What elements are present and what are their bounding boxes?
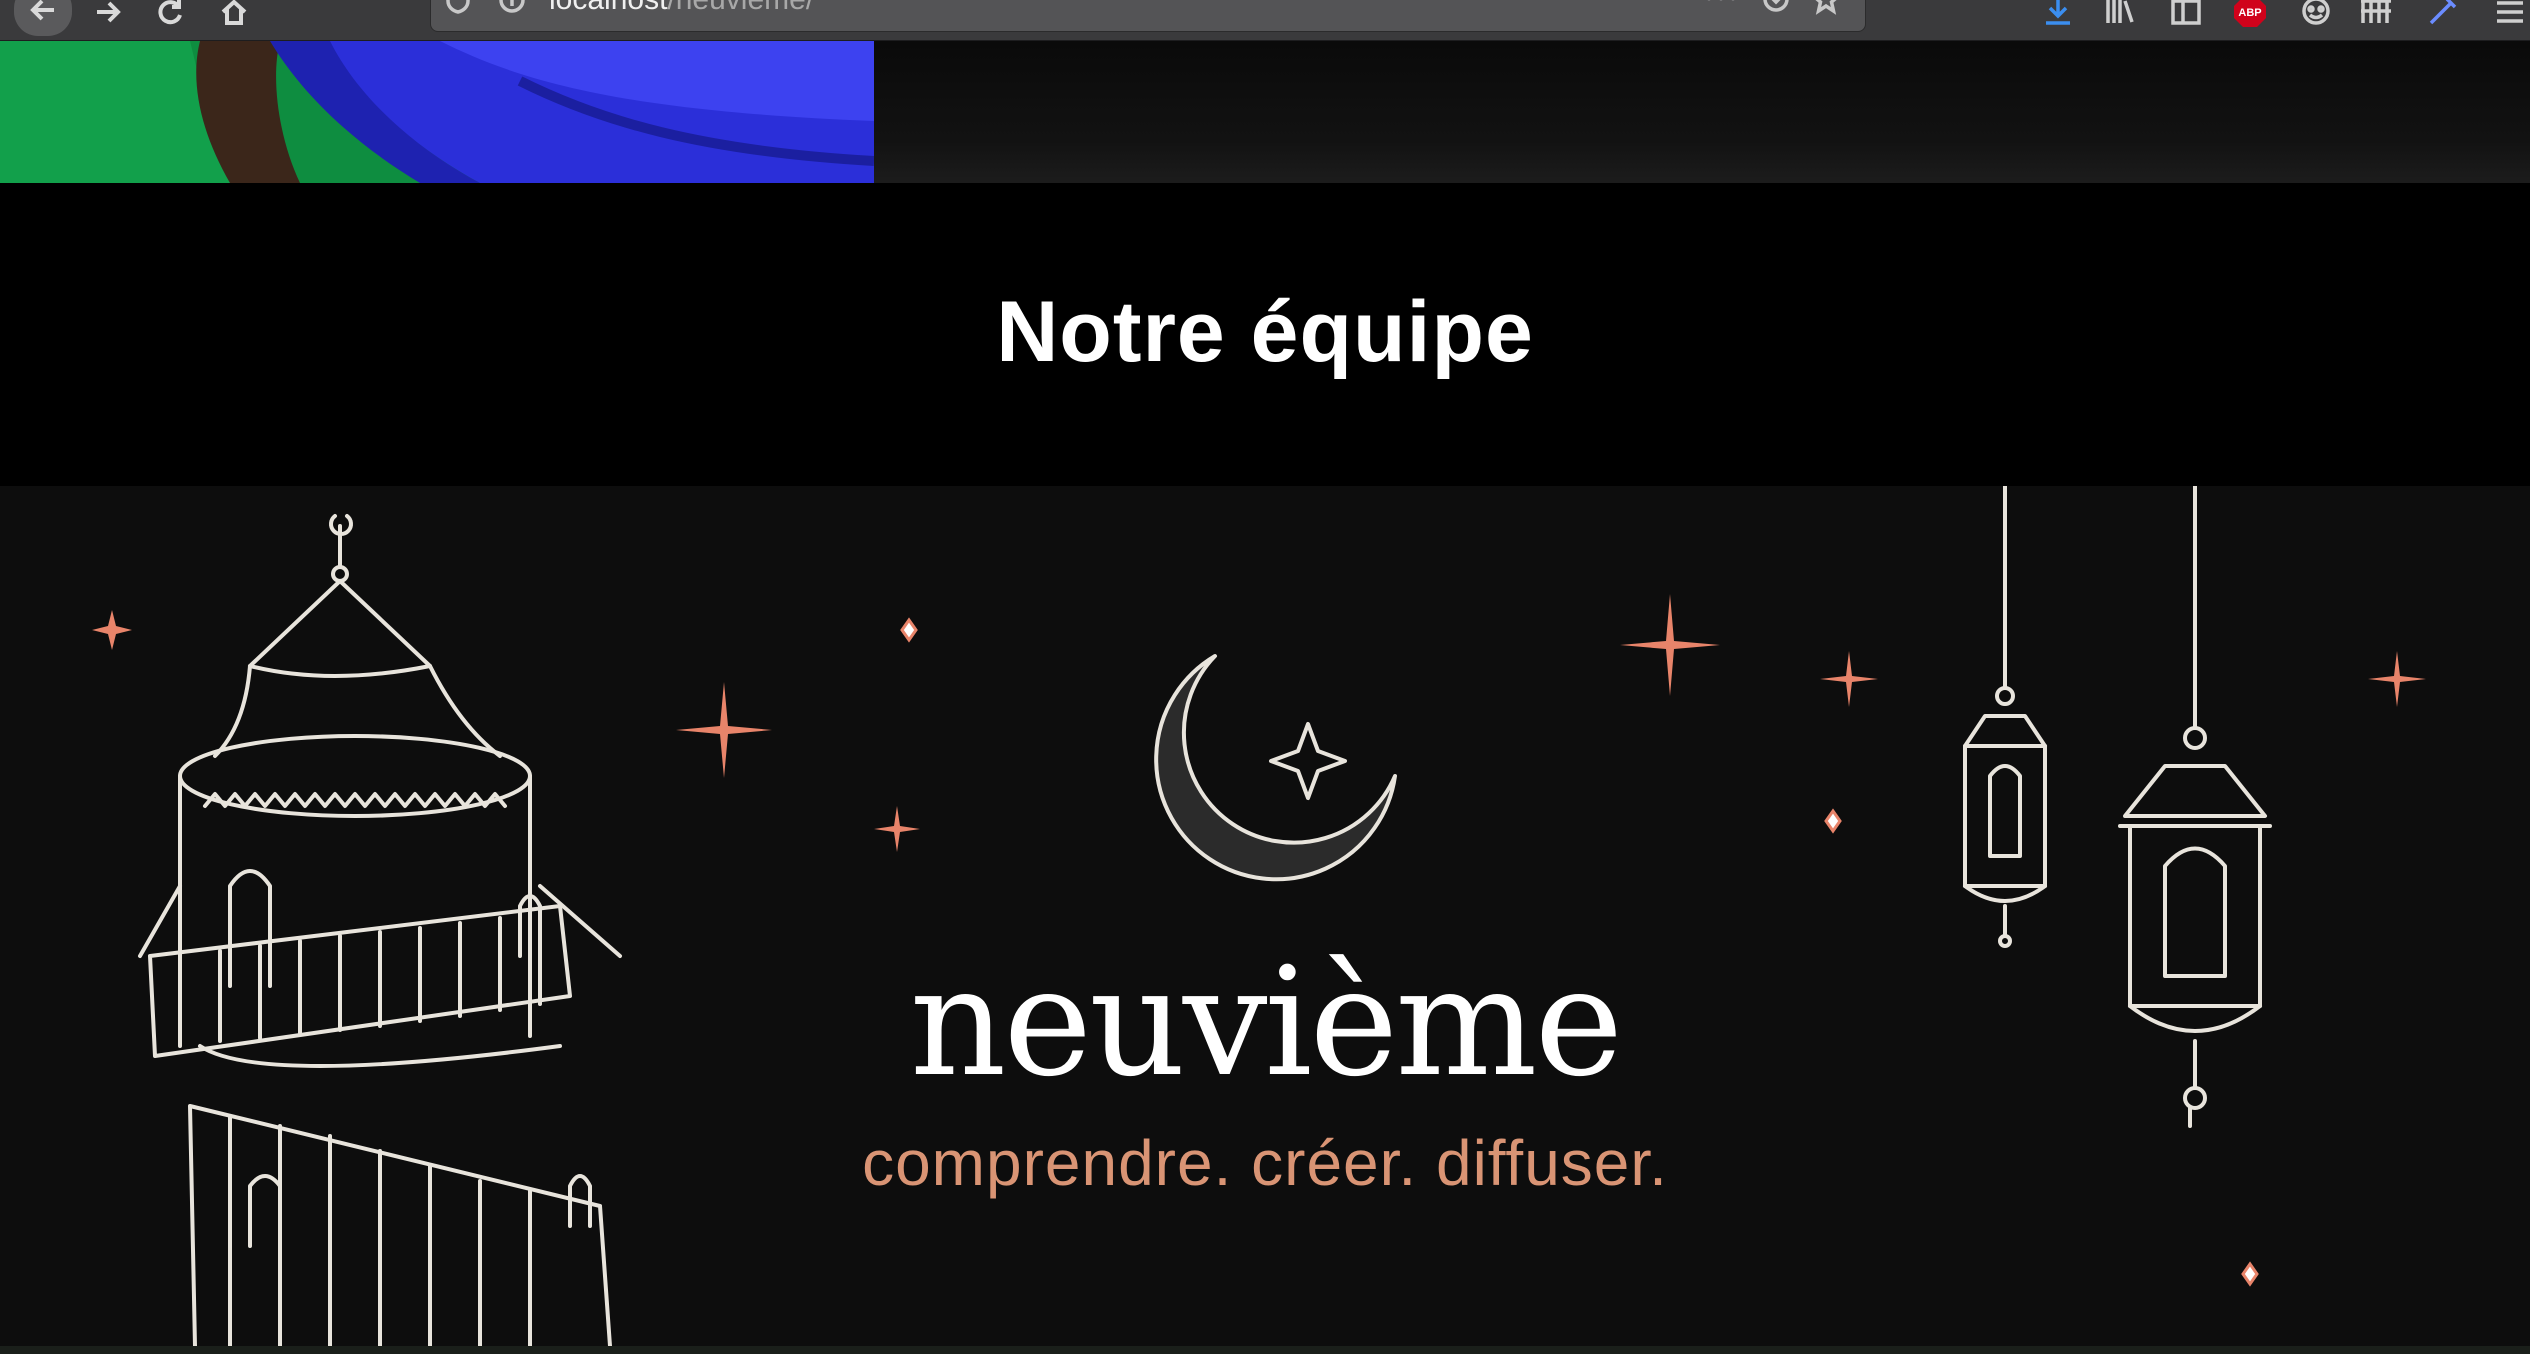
url-text[interactable]: localhost/neuvieme/ bbox=[549, 0, 814, 17]
team-section-header: Notre équipe bbox=[0, 183, 2530, 486]
adblock-badge: ABP bbox=[2238, 7, 2261, 19]
downloads-icon[interactable] bbox=[2038, 0, 2078, 30]
reload-icon bbox=[158, 0, 182, 25]
brand-illustration: neuvième comprendre. créer. diffuser. bbox=[0, 486, 2530, 1354]
crescent-moon-illustration bbox=[1154, 654, 1397, 882]
page-bottom-strip bbox=[0, 1346, 2530, 1354]
hero-background bbox=[874, 41, 2530, 183]
pocket-icon[interactable] bbox=[1761, 0, 1791, 19]
bookmark-star-icon[interactable] bbox=[1811, 0, 1841, 19]
sidebar-icon[interactable] bbox=[2166, 0, 2206, 30]
reload-button[interactable] bbox=[146, 0, 194, 36]
url-host: localhost bbox=[549, 0, 667, 16]
extension-icon-2[interactable] bbox=[2356, 0, 2396, 30]
home-icon bbox=[221, 0, 247, 25]
forward-icon bbox=[97, 1, 121, 23]
star-decorations bbox=[92, 594, 2426, 852]
pen-icon[interactable] bbox=[2422, 0, 2462, 30]
menu-icon[interactable] bbox=[2490, 0, 2530, 30]
hero-photo bbox=[0, 41, 874, 183]
page-actions-icon[interactable] bbox=[1701, 0, 1741, 15]
extension-icon[interactable] bbox=[2296, 0, 2336, 30]
adblock-icon[interactable]: ABP bbox=[2230, 0, 2270, 30]
minaret-illustration bbox=[138, 514, 622, 1348]
small-lantern-illustration bbox=[1963, 486, 2047, 948]
browser-toolbar: localhost/neuvieme/ ABP bbox=[0, 0, 2530, 41]
site-info-icon[interactable] bbox=[497, 0, 527, 19]
library-icon[interactable] bbox=[2100, 0, 2140, 30]
tracking-shield-icon[interactable] bbox=[443, 0, 473, 19]
back-button[interactable] bbox=[14, 0, 72, 36]
home-button[interactable] bbox=[210, 0, 258, 36]
back-icon bbox=[30, 0, 54, 21]
url-path: /neuvieme/ bbox=[667, 0, 814, 16]
brand-logo-name: neuvième bbox=[909, 936, 1623, 1110]
section-title: Notre équipe bbox=[996, 284, 1534, 380]
brand-tagline: comprendre. créer. diffuser. bbox=[862, 1127, 1668, 1199]
forward-button[interactable] bbox=[84, 0, 132, 36]
url-bar[interactable]: localhost/neuvieme/ bbox=[430, 0, 1866, 32]
